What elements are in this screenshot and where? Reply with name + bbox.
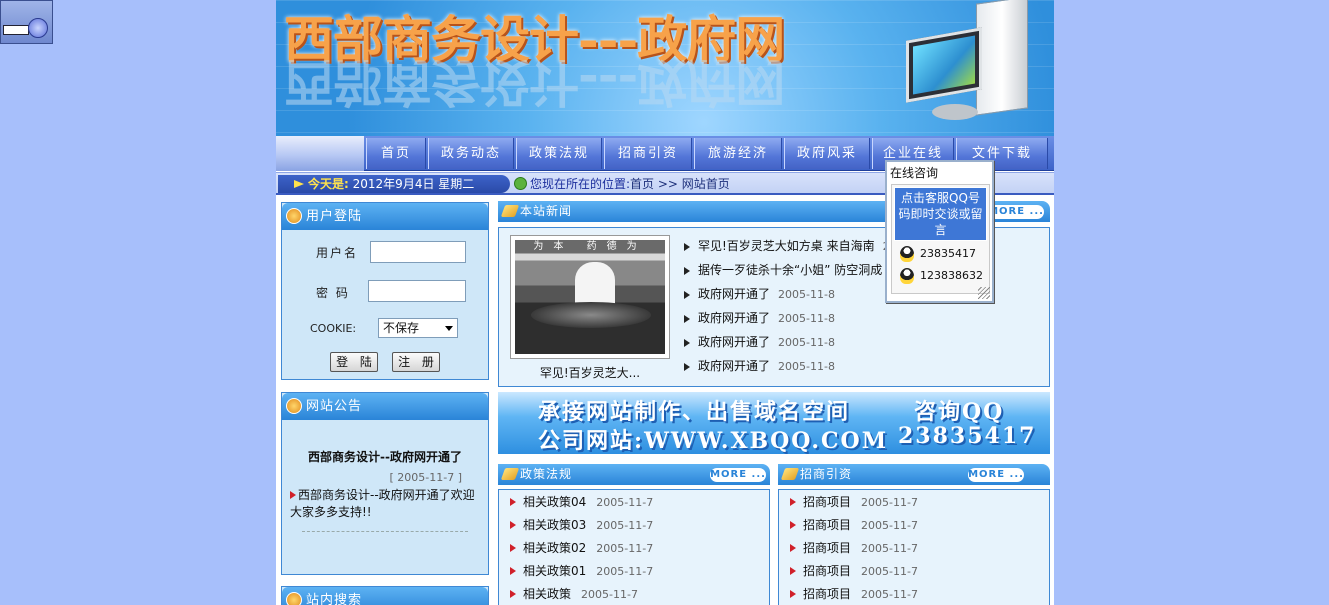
news-photo-caption[interactable]: 罕见!百岁灵芝大...: [510, 364, 670, 381]
ad-line-website: 公司网站:WWW.XBQQ.COM: [538, 428, 889, 454]
photo-sign-text: 为本 药德为: [533, 241, 647, 252]
online-consult-note: 点击客服QQ号码即时交谈或留言: [894, 187, 987, 241]
list-item[interactable]: 相关政策04 2005-11-7: [499, 491, 769, 514]
banner-title-reflection: 西部商务设计---政府网: [284, 53, 785, 112]
arrow-icon: [684, 339, 690, 347]
arrow-icon: [510, 544, 516, 552]
register-button[interactable]: 注 册: [392, 352, 440, 372]
cookie-label: COOKIE:: [310, 322, 357, 335]
login-panel: 用户登陆 用户名 密 码 COOKIE: 不保存 登 陆 注 册: [281, 202, 489, 380]
list-item[interactable]: 招商项目 2005-11-7: [779, 560, 1049, 583]
list-item[interactable]: 政府网开通了 2005-11-8: [683, 358, 947, 382]
today-date: 今天是: 2012年9月4日 星期二: [278, 175, 510, 193]
nav-item-tourism[interactable]: 旅游经济: [694, 138, 782, 169]
arrow-icon: [790, 590, 796, 598]
date-text: 2012年9月4日 星期二: [352, 177, 475, 191]
arrow-icon: [684, 267, 690, 275]
qq-penguin-icon: [900, 268, 914, 284]
news-photo[interactable]: 为本 药德为: [510, 235, 670, 359]
today-label: 今天是:: [308, 177, 349, 191]
breadcrumb-path[interactable]: 首页 >> 网站首页: [630, 177, 730, 191]
chevron-down-icon: [445, 326, 453, 331]
list-item[interactable]: 相关政策03 2005-11-7: [499, 514, 769, 537]
arrow-icon: [510, 567, 516, 575]
search-icon: [286, 592, 302, 605]
ad-line-services: 承接网站制作、出售域名空间: [538, 399, 851, 425]
nav-item-gov-style[interactable]: 政府风采: [784, 138, 870, 169]
cookie-select[interactable]: 不保存: [378, 318, 458, 338]
arrow-icon: [790, 521, 796, 529]
list-item[interactable]: 招商项目 2005-11-7: [779, 583, 1049, 605]
resize-handle-icon[interactable]: [978, 287, 990, 299]
arrow-icon: [684, 291, 690, 299]
arrow-icon: [684, 243, 690, 251]
investment-more-button[interactable]: MORE ...: [968, 468, 1024, 482]
username-input[interactable]: [370, 241, 466, 263]
username-label: 用户名: [316, 246, 359, 260]
location-label: 您现在所在的位置:: [530, 177, 631, 191]
list-item[interactable]: 招商项目 2005-11-7: [779, 514, 1049, 537]
arrow-icon: [684, 363, 690, 371]
divider: [302, 531, 468, 532]
online-consult-widget: 在线咨询 点击客服QQ号码即时交谈或留言 23835417 123838632: [885, 160, 994, 303]
arrow-icon: [294, 180, 304, 188]
qq-penguin-icon: [900, 246, 914, 262]
policy-panel: 相关政策04 2005-11-7 相关政策03 2005-11-7 相关政策02 20…: [498, 489, 770, 605]
policy-more-button[interactable]: MORE ...: [710, 468, 766, 482]
notice-body: 西部商务设计--政府网开通了欢迎大家多多支持!!: [290, 488, 475, 519]
search-panel-title: 站内搜索: [282, 587, 488, 605]
nav-item-investment[interactable]: 招商引资: [604, 138, 692, 169]
user-icon: [286, 208, 302, 224]
notice-headline[interactable]: 西部商务设计--政府网开通了: [290, 448, 480, 465]
advertisement-banner[interactable]: 承接网站制作、出售域名空间 公司网站:WWW.XBQQ.COM 咨询QQ 238…: [498, 392, 1050, 454]
pencil-icon: [500, 468, 520, 480]
list-item[interactable]: 招商项目 2005-11-7: [779, 491, 1049, 514]
list-item[interactable]: 相关政策 2005-11-7: [499, 583, 769, 605]
bell-icon: [286, 398, 302, 414]
login-panel-title: 用户登陆: [282, 203, 488, 230]
arrow-icon: [510, 498, 516, 506]
arrow-icon: [290, 491, 296, 499]
news-icon: [500, 205, 520, 217]
nav-item-policy[interactable]: 政策法规: [516, 138, 602, 169]
arrow-icon: [510, 521, 516, 529]
password-input[interactable]: [368, 280, 466, 302]
notice-content: 西部商务设计--政府网开通了 [ 2005-11-7 ] 西部商务设计--政府网…: [290, 448, 480, 532]
breadcrumb: 您现在所在的位置:首页 >> 网站首页: [514, 176, 730, 193]
qq-contact-1[interactable]: 23835417: [892, 243, 989, 265]
list-item[interactable]: 相关政策02 2005-11-7: [499, 537, 769, 560]
notice-date: [ 2005-11-7 ]: [389, 471, 462, 484]
login-button[interactable]: 登 陆: [330, 352, 378, 372]
arrow-icon: [684, 315, 690, 323]
nav-item-gov-news[interactable]: 政务动态: [428, 138, 514, 169]
arrow-icon: [790, 498, 796, 506]
keyboard-icon: [3, 25, 29, 35]
search-panel: 站内搜索: [281, 586, 489, 605]
chevron-down-icon[interactable]: [28, 18, 48, 38]
site-banner: 西部商务设计---政府网 西部商务设计---政府网: [276, 0, 1054, 136]
policy-header: 政策法规 MORE ...: [498, 464, 770, 485]
location-icon: [514, 177, 527, 190]
investment-panel: 招商项目 2005-11-7 招商项目 2005-11-7 招商项目 2005-11-…: [778, 489, 1050, 605]
nav-item-home[interactable]: 首页: [366, 138, 426, 169]
list-item[interactable]: 政府网开通了 2005-11-8: [683, 334, 947, 358]
arrow-icon: [790, 567, 796, 575]
computer-illustration: [888, 0, 1038, 130]
list-item[interactable]: 招商项目 2005-11-7: [779, 537, 1049, 560]
arrow-icon: [790, 544, 796, 552]
ad-qq-label: 咨询QQ: [914, 399, 1005, 425]
notice-panel: 网站公告 西部商务设计--政府网开通了 [ 2005-11-7 ] 西部商务设计…: [281, 392, 489, 575]
qq-contact-2[interactable]: 123838632: [892, 265, 989, 287]
investment-header: 招商引资 MORE ...: [778, 464, 1050, 485]
list-item[interactable]: 相关政策01 2005-11-7: [499, 560, 769, 583]
list-item[interactable]: 政府网开通了 2005-11-8: [683, 310, 947, 334]
password-label: 密 码: [316, 286, 350, 300]
online-consult-title: 在线咨询: [890, 166, 939, 180]
desktop-corner-widget[interactable]: [0, 0, 53, 44]
pencil-icon: [780, 468, 800, 480]
arrow-icon: [510, 590, 516, 598]
site-news-more-button[interactable]: MORE ...: [988, 205, 1044, 219]
ad-qq-number: 23835417: [898, 423, 1037, 449]
notice-panel-title: 网站公告: [282, 393, 488, 420]
